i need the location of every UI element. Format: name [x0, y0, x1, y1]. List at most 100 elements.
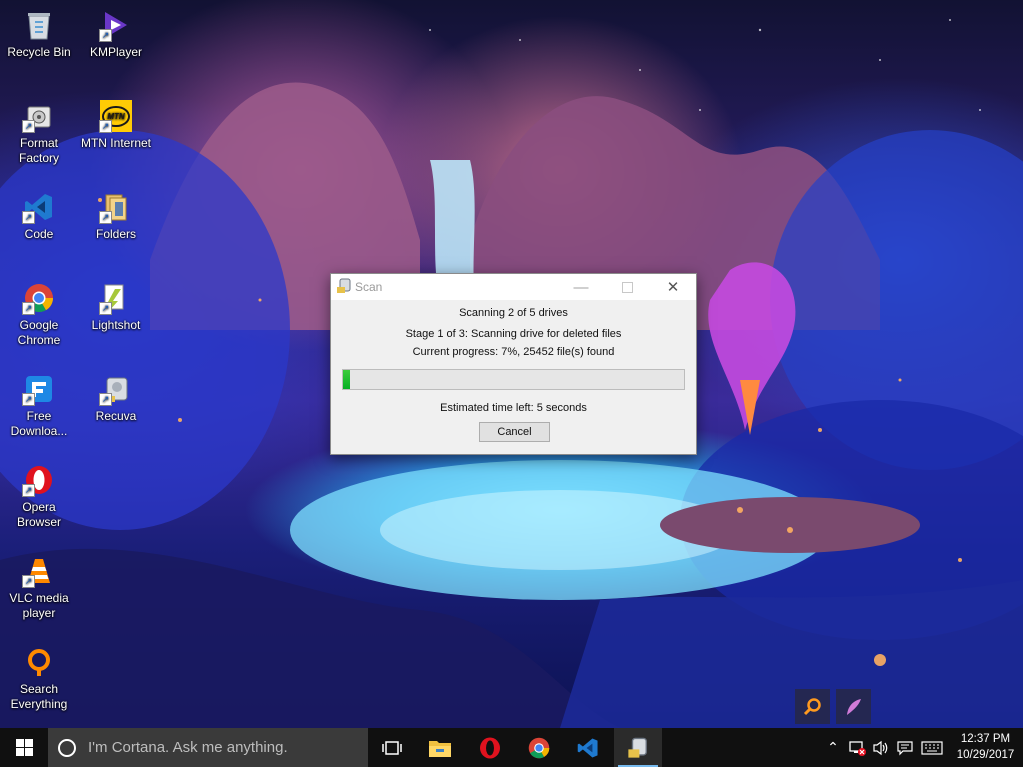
taskbar-file-explorer[interactable] [416, 728, 464, 767]
show-hidden-icons-button[interactable]: ⌃ [824, 728, 842, 767]
speaker-icon [873, 740, 888, 755]
desktop-icon-label: Code [24, 227, 54, 241]
shortcut-arrow-icon: ↗ [99, 393, 112, 406]
mtn-logo-icon: MTN ↗ [99, 99, 133, 133]
free-download-manager-icon: ↗ [22, 372, 56, 406]
desktop-icon-mtn-internet[interactable]: MTN ↗ MTN Internet [77, 99, 155, 151]
desktop-icon-label: Free Downloa... [10, 409, 68, 438]
desktop-icon-recycle-bin[interactable]: Recycle Bin [0, 8, 78, 60]
vscode-icon: ↗ [22, 190, 56, 224]
search-widget[interactable] [795, 689, 830, 724]
desktop-icon-lightshot[interactable]: ↗ Lightshot [77, 281, 155, 333]
desktop-icon-code[interactable]: ↗ Code [0, 190, 78, 242]
scan-dialog: Scan — ✕ Scanning 2 of 5 drives Stage 1 … [330, 273, 697, 455]
everything-search-icon [22, 645, 56, 679]
cancel-button[interactable]: Cancel [479, 422, 550, 442]
taskbar-recuva[interactable] [614, 728, 662, 767]
opera-icon [480, 737, 500, 758]
close-button[interactable]: ✕ [650, 274, 696, 300]
desktop-icon-search-everything[interactable]: Search Everything [0, 645, 78, 712]
clock-date: 10/29/2017 [956, 749, 1015, 761]
desktop-icon-label: VLC media player [9, 591, 69, 620]
desktop-icon-label: Search Everything [10, 682, 68, 711]
keyboard-button[interactable] [918, 728, 946, 767]
maximize-icon [621, 281, 633, 293]
desktop-icon-free-download[interactable]: ↗ Free Downloa... [0, 372, 78, 439]
network-disconnected-icon [849, 740, 866, 756]
opera-icon: ↗ [22, 463, 56, 497]
minimize-icon: — [573, 278, 589, 296]
minimize-button[interactable]: — [558, 274, 604, 300]
feather-icon [846, 698, 861, 715]
vscode-icon [577, 737, 598, 758]
taskbar-task-view[interactable] [368, 728, 416, 767]
shortcut-arrow-icon: ↗ [99, 120, 112, 133]
taskbar-opera[interactable] [466, 728, 514, 767]
recycle-bin-icon [22, 8, 56, 42]
network-status-button[interactable] [846, 728, 868, 767]
scan-stage-status: Stage 1 of 3: Scanning drive for deleted… [405, 328, 622, 340]
shortcut-arrow-icon: ↗ [99, 211, 112, 224]
lightshot-icon: ↗ [99, 281, 133, 315]
estimated-time-left: Estimated time left: 5 seconds [440, 402, 587, 414]
action-center-button[interactable] [894, 728, 916, 767]
cortana-icon [58, 738, 76, 757]
desktop-icon-vlc[interactable]: ↗ VLC media player [0, 554, 78, 621]
scan-drive-status: Scanning 2 of 5 drives [459, 307, 568, 319]
clock-time: 12:37 PM [960, 733, 1011, 745]
shortcut-arrow-icon: ↗ [22, 120, 35, 133]
magnifier-icon [803, 697, 821, 715]
desktop-icon-label: Folders [95, 227, 136, 241]
start-button[interactable] [0, 728, 48, 767]
recuva-icon: ↗ [99, 372, 133, 406]
desktop-icon-label: Lightshot [91, 318, 141, 332]
search-placeholder: I'm Cortana. Ask me anything. [88, 739, 288, 756]
format-factory-icon: ↗ [22, 99, 56, 133]
shortcut-arrow-icon: ↗ [22, 211, 35, 224]
chrome-icon [528, 737, 550, 758]
taskbar-chrome[interactable] [515, 728, 563, 767]
chevron-up-icon: ⌃ [827, 739, 839, 755]
file-explorer-icon [429, 740, 451, 757]
recuva-icon [628, 737, 647, 758]
desktop-icon-opera[interactable]: ↗ Opera Browser [0, 463, 78, 530]
desktop-icon-google-chrome[interactable]: ↗ Google Chrome [0, 281, 78, 348]
desktop-icon-recuva[interactable]: ↗ Recuva [77, 372, 155, 424]
taskbar: I'm Cortana. Ask me anything. ⌃ 12:37 PM… [0, 728, 1023, 767]
desktop-icon-kmplayer[interactable]: ↗ KMPlayer [77, 8, 155, 60]
desktop-icon-label: MTN Internet [80, 136, 152, 150]
volume-button[interactable] [870, 728, 892, 767]
shortcut-arrow-icon: ↗ [22, 393, 35, 406]
taskbar-vscode[interactable] [564, 728, 612, 767]
desktop-icon-label: KMPlayer [89, 45, 142, 59]
desktop-icon-format-factory[interactable]: ↗ Format Factory [0, 99, 78, 166]
desktop-icon-label: Google Chrome [17, 318, 61, 347]
shortcut-arrow-icon: ↗ [99, 302, 112, 315]
shortcut-arrow-icon: ↗ [22, 302, 35, 315]
windows-logo-icon [15, 739, 33, 756]
cortana-search-box[interactable]: I'm Cortana. Ask me anything. [48, 728, 368, 767]
close-icon: ✕ [666, 279, 680, 296]
dialog-title: Scan [355, 280, 383, 294]
task-view-icon [382, 740, 402, 755]
desktop-icon-folders[interactable]: ↗ Folders [77, 190, 155, 242]
folders-icon: ↗ [99, 190, 133, 224]
desktop-icon-label: Opera Browser [16, 500, 61, 529]
desktop-icon-label: Recycle Bin [7, 45, 71, 59]
system-clock[interactable]: 12:37 PM 10/29/2017 [948, 731, 1023, 763]
desktop-icon-label: Format Factory [18, 136, 59, 165]
maximize-button[interactable] [604, 274, 650, 300]
scan-progress-bar [342, 369, 685, 390]
desktop-icon-label: Recuva [95, 409, 137, 423]
shortcut-arrow-icon: ↗ [22, 484, 35, 497]
dialog-titlebar[interactable]: Scan — ✕ [331, 274, 696, 300]
kmplayer-icon: ↗ [99, 8, 133, 42]
shortcut-arrow-icon: ↗ [99, 29, 112, 42]
message-icon [897, 740, 913, 755]
feather-widget[interactable] [836, 689, 871, 724]
recuva-icon [336, 278, 352, 294]
vlc-icon: ↗ [22, 554, 56, 588]
progress-fill [343, 370, 350, 389]
chrome-icon: ↗ [22, 281, 56, 315]
scan-progress-status: Current progress: 7%, 25452 file(s) foun… [412, 346, 615, 358]
